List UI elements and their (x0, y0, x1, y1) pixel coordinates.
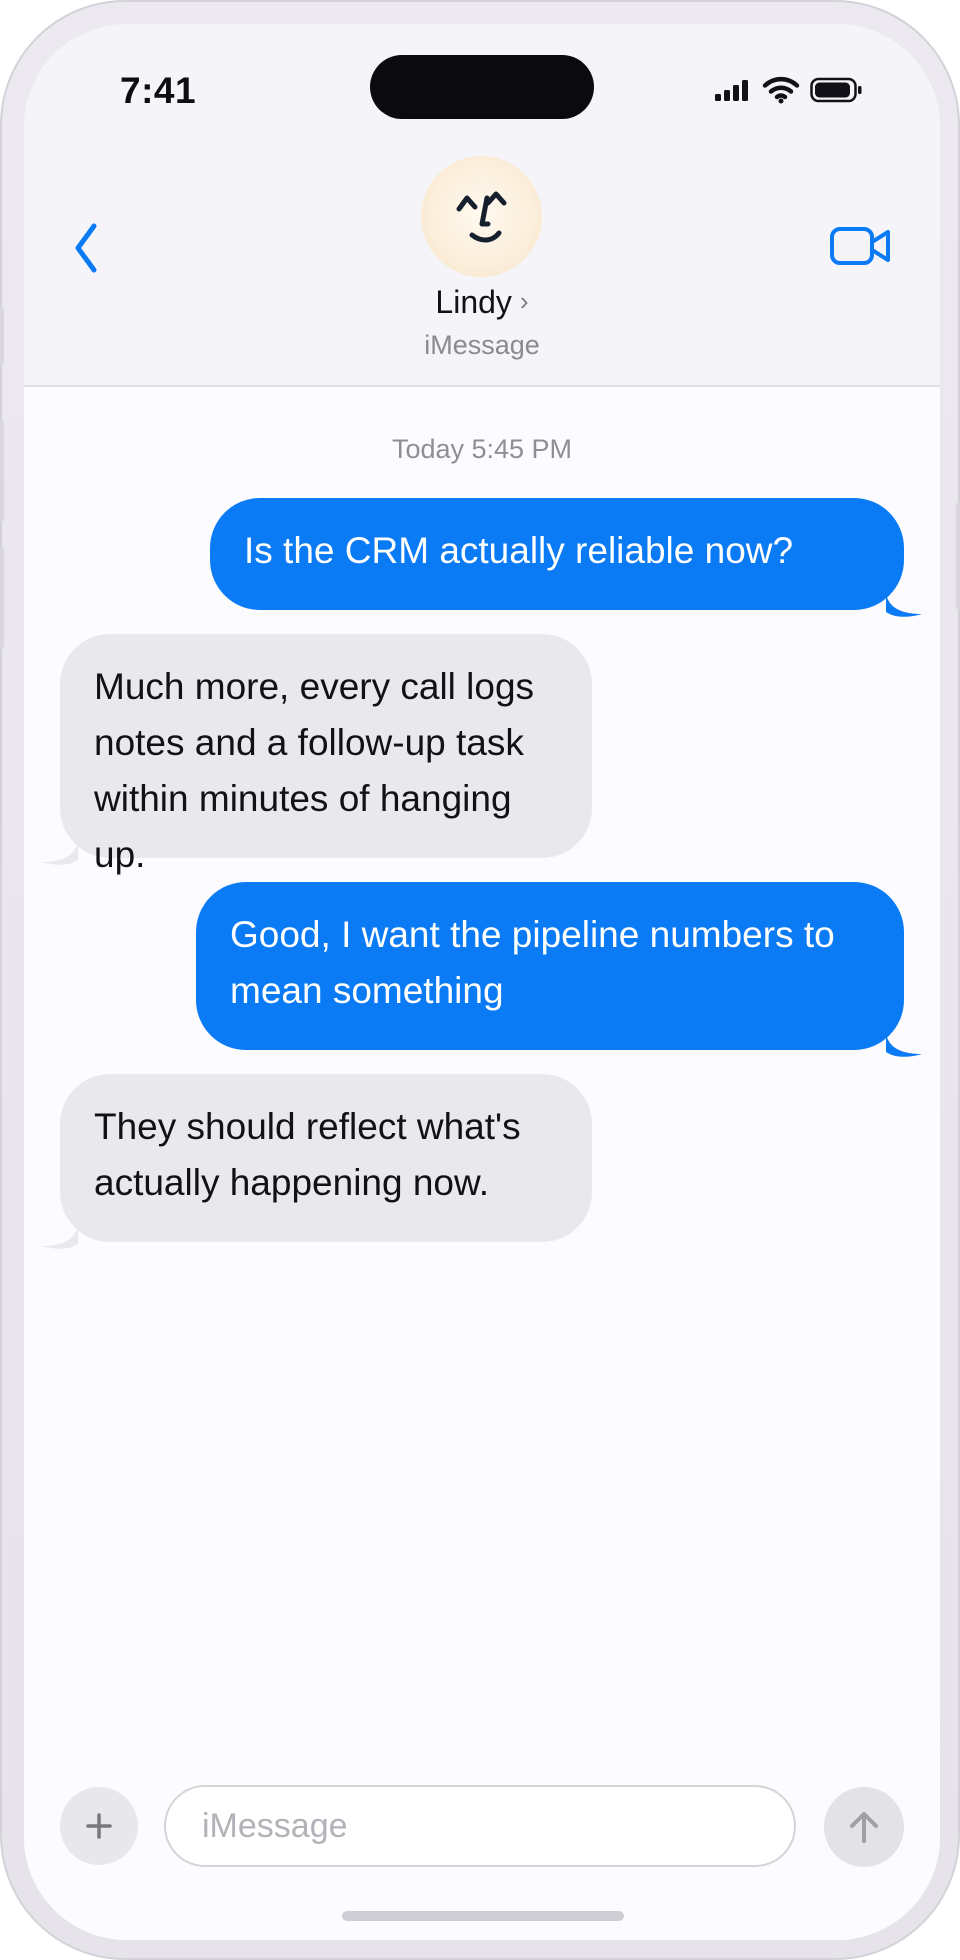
apps-plus-button[interactable] (60, 1787, 138, 1865)
dynamic-island (370, 55, 594, 119)
status-icons (714, 76, 864, 104)
contact-name: Lindy (435, 284, 512, 321)
contact-name-button[interactable]: Lindy › (24, 282, 940, 321)
messages-screen: 7:41 Lindy › iMessage Today 5:45 PM Is t… (24, 24, 940, 1940)
video-call-button[interactable] (820, 218, 902, 274)
home-indicator[interactable] (342, 1911, 624, 1921)
back-button[interactable] (58, 212, 114, 284)
video-camera-icon (830, 227, 890, 265)
phone-frame: 7:41 Lindy › iMessage Today 5:45 PM Is t… (0, 0, 960, 1960)
chevron-left-icon (75, 223, 97, 273)
incoming-bubble-tail (42, 838, 78, 865)
plus-icon (86, 1813, 112, 1839)
chevron-right-icon: › (519, 286, 529, 317)
contact-avatar[interactable] (421, 156, 542, 277)
wifi-icon (762, 76, 800, 104)
power-button (956, 502, 960, 610)
message-bubble-incoming[interactable]: They should reflect what's actually happ… (60, 1074, 592, 1242)
message-bubble-outgoing[interactable]: Good, I want the pipeline numbers to mea… (196, 882, 904, 1050)
message-bubble-outgoing[interactable]: Is the CRM actually reliable now? (210, 498, 904, 610)
cellular-signal-icon (715, 80, 748, 101)
conversation-header: 7:41 Lindy › iMessage (24, 24, 940, 387)
message-timestamp: Today 5:45 PM (391, 434, 573, 464)
outgoing-bubble-tail (886, 1030, 922, 1057)
status-time: 7:41 (120, 70, 197, 111)
volume-down-button (0, 547, 4, 649)
send-button[interactable] (824, 1787, 904, 1867)
outgoing-bubble-tail (886, 590, 922, 617)
battery-icon (810, 77, 862, 103)
lindy-face-icon (456, 191, 506, 242)
incoming-bubble-tail (42, 1222, 78, 1249)
silent-switch (0, 307, 4, 365)
status-bar: 7:41 (24, 24, 940, 154)
message-input[interactable] (164, 1785, 796, 1867)
arrow-up-icon (850, 1812, 878, 1843)
contact-service-label: iMessage (424, 330, 540, 360)
volume-up-button (0, 420, 4, 522)
message-bubble-incoming[interactable]: Much more, every call logs notes and a f… (60, 634, 592, 875)
